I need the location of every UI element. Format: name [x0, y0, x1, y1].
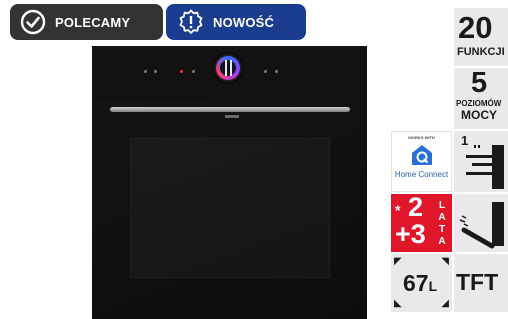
arrow-up-right-icon: ◥ [441, 256, 449, 267]
rack-levels-tile: 1 [454, 131, 508, 192]
warranty-tile: * 2 +3 L A T A [391, 194, 452, 252]
power-levels-label-top: POZIOMÓW [456, 99, 502, 108]
product-card: POLECAMY NOWOŚĆ 20 FUNKCJI 5 POZIOMÓW MO… [0, 0, 508, 319]
arrow-down-right-icon: ◢ [441, 298, 449, 309]
door-tile [454, 194, 508, 252]
oven-image[interactable] [92, 46, 367, 319]
indicator-dot [144, 70, 147, 73]
display-label: TFT [456, 269, 499, 295]
warranty-word: L A T A [438, 200, 446, 247]
nowosc-badge[interactable]: NOWOŚĆ [166, 4, 306, 40]
power-levels-tile: 5 POZIOMÓW MOCY [454, 68, 508, 129]
check-circle-icon [20, 9, 46, 35]
warranty-years-b: +3 [395, 219, 426, 249]
power-levels-label-bottom: MOCY [461, 108, 497, 122]
capacity-value: 67L [403, 270, 438, 296]
indicator-dot [154, 70, 157, 73]
home-connect-icon [412, 145, 432, 165]
indicator-dot [192, 70, 195, 73]
home-connect-tile: WORKS WITH Home Connect [391, 131, 452, 192]
indicator-dot [264, 70, 267, 73]
warranty-years-a: 2 [408, 194, 424, 222]
functions-label: FUNKCJI [457, 46, 505, 58]
control-knob-icon [212, 52, 244, 84]
home-connect-brand: Home Connect [394, 170, 449, 179]
works-with-caption: WORKS WITH [408, 135, 435, 140]
capacity-tile: ◤ ◥ ◣ ◢ 67L [391, 254, 452, 312]
display-tile: TFT [454, 254, 508, 312]
power-levels-value: 5 [471, 68, 488, 99]
indicator-dot [275, 70, 278, 73]
polecamy-badge[interactable]: POLECAMY [10, 4, 163, 40]
exclamation-badge-icon [179, 9, 203, 34]
telescopic-rails-icon [466, 145, 504, 189]
functions-tile: 20 FUNKCJI [454, 8, 508, 66]
indicator-dot [180, 70, 183, 73]
arrow-up-left-icon: ◤ [394, 256, 402, 267]
functions-value: 20 [458, 10, 493, 45]
arrow-down-left-icon: ◣ [394, 298, 402, 309]
nowosc-label: NOWOŚĆ [213, 14, 275, 30]
polecamy-label: POLECAMY [55, 14, 131, 30]
soft-close-door-icon [459, 202, 504, 249]
